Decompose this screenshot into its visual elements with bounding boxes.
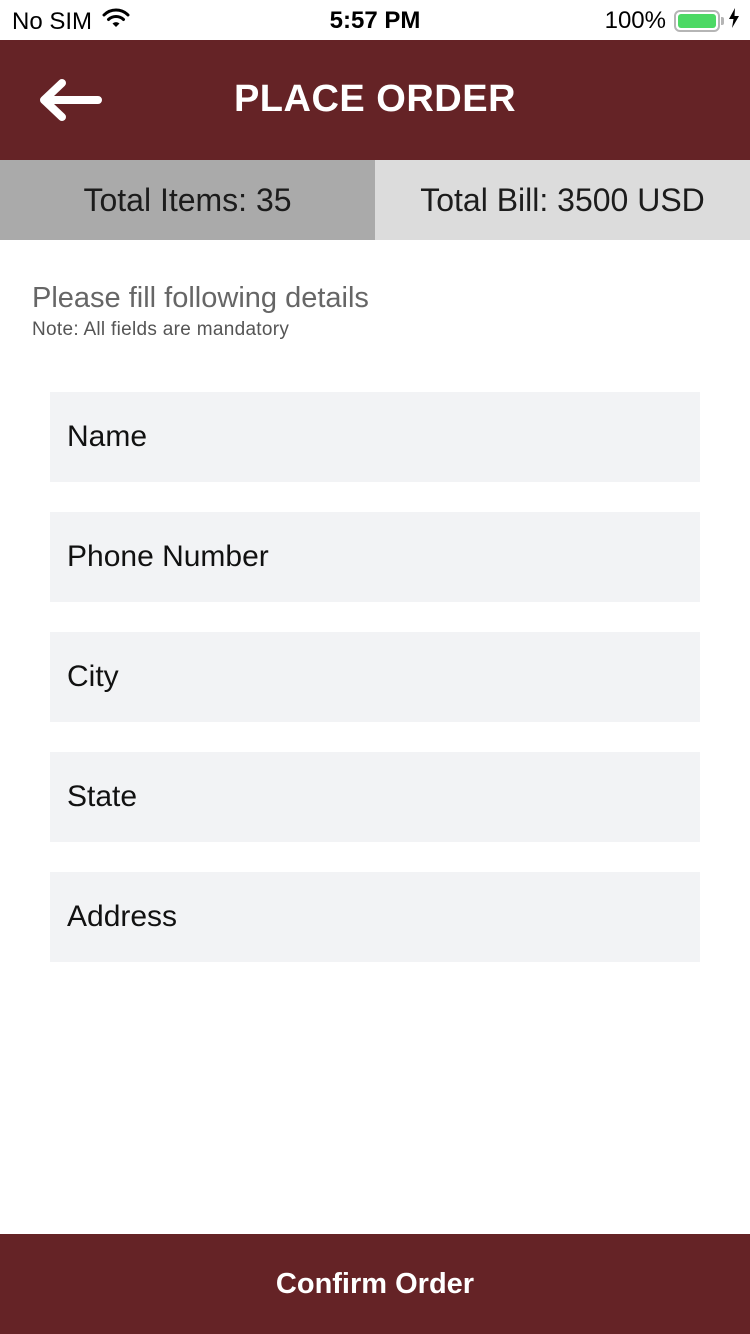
total-items: Total Items: 35 bbox=[0, 160, 375, 240]
battery-level-fill bbox=[678, 14, 716, 28]
address-field[interactable] bbox=[50, 872, 700, 962]
charging-bolt-icon bbox=[728, 7, 740, 35]
phone-number-field[interactable] bbox=[50, 512, 700, 602]
header-bar: PLACE ORDER bbox=[0, 40, 750, 160]
city-field[interactable] bbox=[50, 632, 700, 722]
page-title: PLACE ORDER bbox=[233, 78, 517, 120]
form-heading: Please fill following details bbox=[32, 282, 369, 314]
form-note: Note: All fields are mandatory bbox=[32, 319, 290, 340]
state-field[interactable] bbox=[50, 752, 700, 842]
status-bar: No SIM 5:57 PM 100% bbox=[0, 0, 750, 40]
form-instructions: Please fill following details Note: All … bbox=[32, 282, 369, 341]
order-summary: Total Items: 35 Total Bill: 3500 USD bbox=[0, 160, 750, 240]
status-right-group: 100% bbox=[605, 7, 740, 35]
place-order-screen: No SIM 5:57 PM 100% PLACE ORDER Total It… bbox=[0, 0, 750, 1334]
name-field[interactable] bbox=[50, 392, 700, 482]
confirm-order-button[interactable]: Confirm Order bbox=[0, 1234, 750, 1334]
battery-percent: 100% bbox=[604, 7, 666, 34]
total-bill: Total Bill: 3500 USD bbox=[375, 160, 750, 240]
battery-icon bbox=[674, 10, 724, 32]
